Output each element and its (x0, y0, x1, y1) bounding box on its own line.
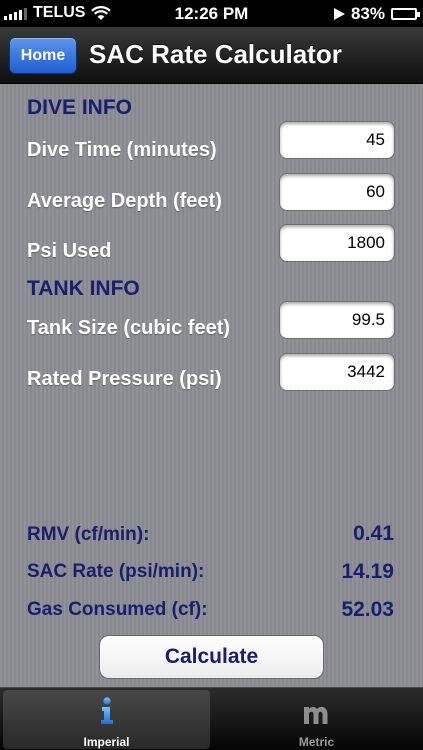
info-i-icon (101, 697, 113, 724)
tank-size-input[interactable] (279, 301, 395, 339)
battery-percent: 83% (350, 4, 385, 23)
calculator-form: DIVE INFO Dive Time (minutes) Average De… (0, 84, 423, 687)
home-button[interactable]: Home (9, 37, 77, 74)
average-depth-label: Average Depth (feet) (27, 190, 222, 212)
dive-time-label: Dive Time (minutes) (27, 139, 217, 161)
dive-time-input[interactable] (279, 121, 395, 159)
battery-icon (391, 8, 420, 20)
sac-rate-label: SAC Rate (psi/min): (27, 561, 205, 582)
rated-pressure-label: Rated Pressure (psi) (27, 368, 222, 390)
sac-rate-value: 14.19 (341, 560, 394, 583)
rated-pressure-input[interactable] (279, 353, 395, 391)
psi-used-input[interactable] (279, 224, 395, 262)
tab-bar: Imperial Metric (0, 687, 423, 750)
tab-metric[interactable]: Metric (213, 690, 420, 749)
psi-used-label: Psi Used (27, 240, 112, 262)
gas-consumed-label: Gas Consumed (cf): (27, 599, 208, 620)
tab-metric-label: Metric (298, 735, 335, 749)
tab-imperial-label: Imperial (83, 735, 130, 749)
rmv-label: RMV (cf/min): (27, 524, 150, 545)
navigation-bar: Home SAC Rate Calculator (0, 27, 423, 84)
gas-consumed-value: 52.03 (341, 598, 394, 621)
tab-imperial[interactable]: Imperial (3, 690, 210, 749)
average-depth-input[interactable] (279, 173, 395, 211)
tank-size-label: Tank Size (cubic feet) (27, 317, 231, 339)
rmv-value: 0.41 (353, 522, 394, 545)
metric-m-icon (304, 706, 328, 724)
play-icon (333, 8, 345, 20)
page-title: SAC Rate Calculator (89, 39, 342, 69)
dive-info-heading: DIVE INFO (27, 96, 133, 119)
tank-info-heading: TANK INFO (27, 277, 140, 300)
status-bar: TELUS 12:26 PM 83% (0, 0, 423, 27)
calculate-button[interactable]: Calculate (99, 635, 324, 679)
